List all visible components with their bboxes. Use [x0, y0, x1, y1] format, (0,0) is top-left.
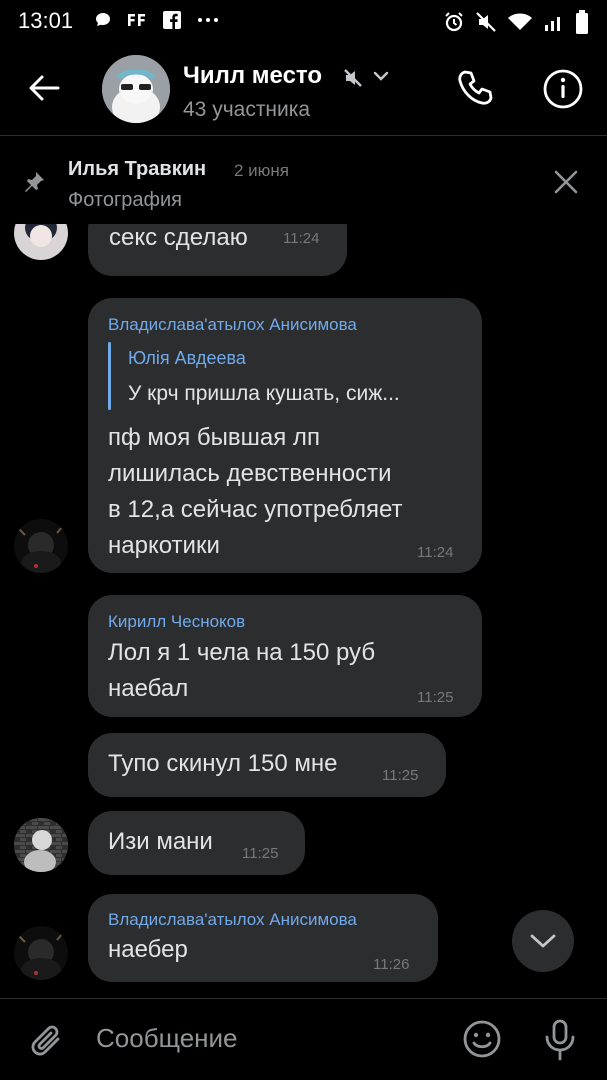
chat-avatar[interactable] [102, 55, 170, 123]
phone-icon [458, 70, 493, 105]
chat-title[interactable]: Чилл место [183, 62, 322, 90]
message-text: Лол я 1 чела на 150 руб наебал [108, 639, 376, 702]
message-bubble[interactable]: Владислава'атылох Анисимова Юлія Авдеева… [88, 298, 482, 573]
facebook-icon [163, 11, 181, 29]
avatar[interactable] [14, 224, 68, 260]
message-input[interactable]: Сообщение [96, 1023, 238, 1054]
mute-status-icon [476, 12, 496, 32]
chat-header: Чилл место 43 участника [0, 42, 607, 134]
message-time: 11:25 [417, 689, 454, 706]
message-time: 11:25 [382, 767, 419, 784]
avatar[interactable] [14, 818, 68, 872]
message-author[interactable]: Владислава'атылох Анисимова [108, 910, 357, 930]
pinned-message[interactable]: Илья Травкин 2 июня Фотография [0, 136, 607, 224]
emoji-icon[interactable] [462, 1019, 502, 1059]
message-bubble[interactable]: Владислава'атылох Анисимова наебер 11:26 [88, 894, 438, 982]
avatar[interactable] [14, 926, 68, 980]
scroll-down-button[interactable] [512, 910, 574, 972]
alarm-icon [445, 12, 463, 32]
message-text: Изи мани [108, 828, 213, 855]
message-author[interactable]: Кирилл Чесноков [108, 612, 245, 632]
chevron-down-icon[interactable] [372, 69, 390, 83]
battery-icon [576, 10, 588, 34]
pin-icon [25, 172, 44, 192]
status-bar: 13:01 [0, 0, 607, 42]
back-button[interactable] [24, 68, 64, 108]
chat-bubble-icon [96, 13, 110, 26]
reply-bar [108, 342, 111, 410]
message-time: 11:25 [242, 845, 279, 862]
cat-avatar-image [102, 55, 170, 123]
close-icon[interactable] [552, 168, 580, 196]
info-icon [543, 69, 583, 109]
message-list[interactable]: секс сделаю 11:24 Владислава'атылох Анис… [0, 224, 607, 1000]
call-button[interactable] [456, 68, 496, 108]
chevron-down-icon [530, 934, 556, 948]
pinned-date: 2 июня [234, 161, 290, 180]
signal-icon [545, 17, 560, 31]
paperclip-icon[interactable] [28, 1021, 68, 1061]
avatar[interactable] [14, 519, 68, 573]
message-text: пф моя бывшая лп лишилась девственности … [108, 424, 403, 559]
arrow-left-icon [29, 75, 60, 101]
message-text: Тупо скинул 150 мне [108, 750, 338, 777]
more-dots-icon [198, 18, 218, 22]
status-time: 13:01 [18, 8, 74, 33]
muted-icon [344, 69, 362, 87]
message-text: наебер [108, 936, 188, 963]
reply-text[interactable]: У крч пришла кушать, сиж... [128, 382, 400, 406]
message-bubble[interactable]: Кирилл Чесноков Лол я 1 чела на 150 руб … [88, 595, 482, 717]
message-bubble[interactable]: Изи мани 11:25 [88, 811, 305, 875]
message-bubble[interactable]: секс сделаю 11:24 [88, 224, 347, 276]
reply-author[interactable]: Юлія Авдеева [128, 348, 246, 369]
pinned-text: Фотография [68, 189, 182, 211]
pinned-author: Илья Травкин [68, 158, 207, 180]
info-button[interactable] [542, 68, 584, 110]
message-time: 11:26 [373, 956, 410, 973]
ff-icon [128, 14, 145, 26]
members-count[interactable]: 43 участника [183, 98, 310, 122]
message-bubble[interactable]: Тупо скинул 150 мне 11:25 [88, 733, 446, 797]
microphone-icon[interactable] [543, 1019, 577, 1061]
message-time: 11:24 [417, 544, 454, 561]
wifi-icon [508, 13, 532, 30]
message-composer: Сообщение [0, 999, 607, 1080]
message-author[interactable]: Владислава'атылох Анисимова [108, 315, 357, 335]
message-time: 11:24 [283, 230, 320, 247]
message-text: секс сделаю [109, 224, 248, 251]
